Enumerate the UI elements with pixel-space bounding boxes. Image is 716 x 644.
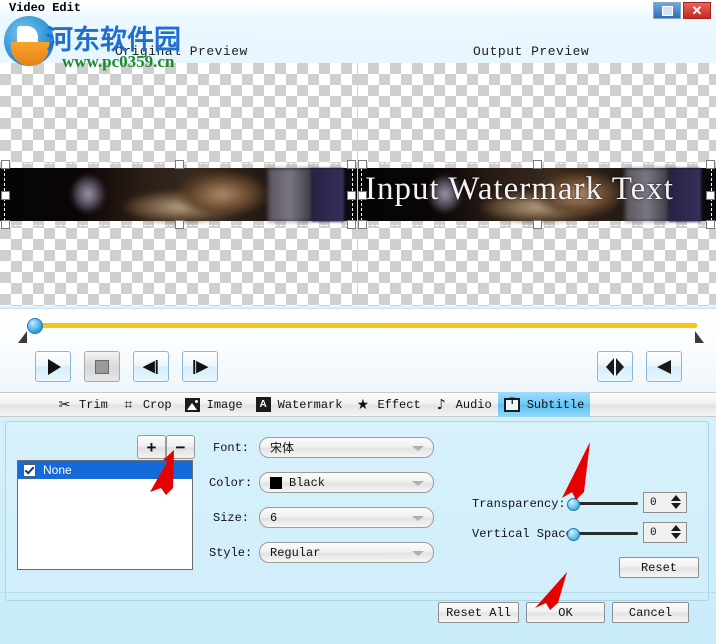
flip-button[interactable] [646,351,682,382]
tab-audio-label: Audio [455,397,492,412]
tab-watermark-label: Watermark [277,397,343,412]
color-label: Color: [209,476,253,490]
style-select[interactable]: Regular [259,542,434,563]
scissors-icon: ✂ [58,396,71,413]
transparency-stepper[interactable]: 0 [643,492,687,513]
tab-trim-label: Trim [79,397,108,412]
subtitle-icon [504,396,521,413]
timeline-track[interactable] [35,323,697,328]
play-icon [48,358,61,375]
style-label: Style: [209,546,253,560]
star-icon: ★ [356,396,370,413]
vertical-space-slider-track[interactable] [570,532,638,535]
play-button[interactable] [35,351,71,382]
stop-icon [95,359,109,374]
tab-watermark[interactable]: A Watermark [249,392,349,417]
chevron-down-icon [412,516,424,521]
color-value: Black [289,475,326,490]
reset-all-button[interactable]: Reset All [438,602,519,623]
timeline-handle[interactable] [27,318,43,334]
maximize-icon[interactable] [653,2,681,19]
close-icon[interactable]: ✕ [683,2,711,19]
mark-in-icon: ◀| [143,358,159,375]
tab-effect-label: Effect [377,397,421,412]
vertical-space-label: Vertical Space: [472,527,581,541]
flip-icon [657,359,671,374]
tab-effect[interactable]: ★ Effect [348,392,426,417]
list-item[interactable]: None [18,461,192,479]
list-item-label: None [43,463,72,477]
original-preview-canvas[interactable] [0,63,357,306]
vertical-space-value: 0 [650,526,657,539]
title-bar: Video Edit ✕ [0,0,716,20]
footer-divider [0,592,716,593]
transparency-label: Transparency: [472,497,566,511]
original-video-frame [0,168,357,224]
tab-subtitle[interactable]: Subtitle [497,392,591,417]
size-value: 6 [270,510,278,525]
mark-in-button[interactable]: ◀| [133,351,169,382]
stepper-arrows-icon[interactable] [671,495,681,509]
video-edit-window: Video Edit ✕ Original Preview Output Pre… [0,0,716,644]
font-value: 宋体 [270,441,295,455]
tab-trim[interactable]: ✂ Trim [50,392,114,417]
size-select[interactable]: 6 [259,507,434,528]
transparency-slider-track[interactable] [570,502,638,505]
image-icon [184,396,201,413]
tab-image[interactable]: Image [178,392,249,417]
output-preview-label: Output Preview [473,44,590,59]
chevron-down-icon [412,551,424,556]
cancel-button[interactable]: Cancel [612,602,689,623]
tab-crop[interactable]: ⌗ Crop [114,392,178,417]
tab-crop-label: Crop [142,397,172,412]
window-title: Video Edit [9,1,82,15]
ok-button[interactable]: OK [526,602,605,623]
tab-audio[interactable]: ♪ Audio [427,392,498,417]
original-preview-label: Original Preview [115,44,248,59]
stop-button[interactable] [84,351,120,382]
add-subtitle-button[interactable]: + [137,435,166,459]
color-swatch [270,476,282,489]
transparency-value: 0 [650,496,657,509]
stepper-arrows-icon[interactable] [671,525,681,539]
font-select[interactable]: 宋体 [259,437,434,458]
style-value: Regular [270,545,321,560]
transparency-slider-handle[interactable] [567,498,580,511]
transport-bar: ◀| |▶ 🔊 00:00:00/00:00:29 [0,308,716,393]
music-note-icon: ♪ [436,396,446,413]
letter-a-icon: A [255,396,272,413]
trim-end-marker[interactable] [695,331,704,343]
chevron-down-icon [412,446,424,451]
vertical-space-slider-handle[interactable] [567,528,580,541]
crop-icon: ⌗ [124,396,133,413]
window-controls: ✕ [653,2,711,19]
preview-divider [357,63,358,306]
list-item-checkbox[interactable] [23,463,36,477]
reset-button[interactable]: Reset [619,557,699,578]
output-preview-canvas[interactable]: Input Watermark Text [357,63,716,306]
mirror-icon [606,357,624,376]
preview-area: Original Preview Output Preview Input Wa… [0,20,716,308]
size-label: Size: [213,511,250,525]
trim-start-marker[interactable] [18,331,27,343]
subtitle-list[interactable]: None [17,460,193,570]
vertical-space-stepper[interactable]: 0 [643,522,687,543]
mirror-button[interactable] [597,351,633,382]
tab-subtitle-label: Subtitle [526,397,585,412]
mark-out-button[interactable]: |▶ [182,351,218,382]
font-label: Font: [213,441,250,455]
output-watermark-text: Input Watermark Text [365,171,674,207]
chevron-down-icon [412,481,424,486]
remove-subtitle-button[interactable]: − [166,435,195,459]
mark-out-icon: |▶ [192,358,208,375]
editor-tabs: ✂ Trim ⌗ Crop Image A Watermark ★ Effect… [0,392,716,417]
tab-image-label: Image [206,397,243,412]
color-select[interactable]: Black [259,472,434,493]
